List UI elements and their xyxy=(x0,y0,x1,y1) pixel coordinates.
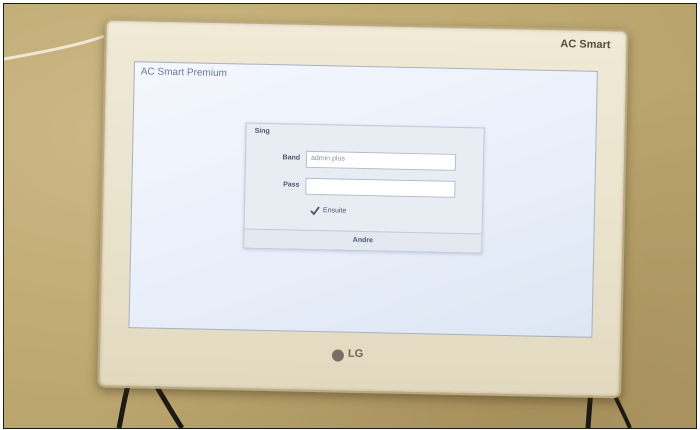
monitor-frame: AC Smart AC Smart Premium Sing Band admi… xyxy=(97,18,629,399)
photo-background: AC Smart AC Smart Premium Sing Band admi… xyxy=(3,3,697,429)
login-button[interactable]: Andre xyxy=(244,228,482,253)
lg-logo-icon xyxy=(331,349,345,362)
lg-logo-text: LG xyxy=(347,347,364,361)
monitor-screen: AC Smart Premium Sing Band admin plus Pa… xyxy=(128,61,598,338)
checkbox-label: Ensuite xyxy=(322,207,347,215)
username-label: Band xyxy=(282,154,301,162)
dialog-title: Sing xyxy=(254,127,270,136)
password-input[interactable] xyxy=(305,177,456,198)
app-title: AC Smart Premium xyxy=(140,66,228,80)
login-dialog: Sing Band admin plus Pass Ensuite Andre xyxy=(243,122,485,254)
lg-logo: LG xyxy=(331,347,392,364)
password-label: Pass xyxy=(283,181,300,189)
username-input[interactable]: admin plus xyxy=(305,150,457,171)
brand-label: AC Smart xyxy=(560,38,611,52)
checkmark-icon xyxy=(310,206,320,216)
